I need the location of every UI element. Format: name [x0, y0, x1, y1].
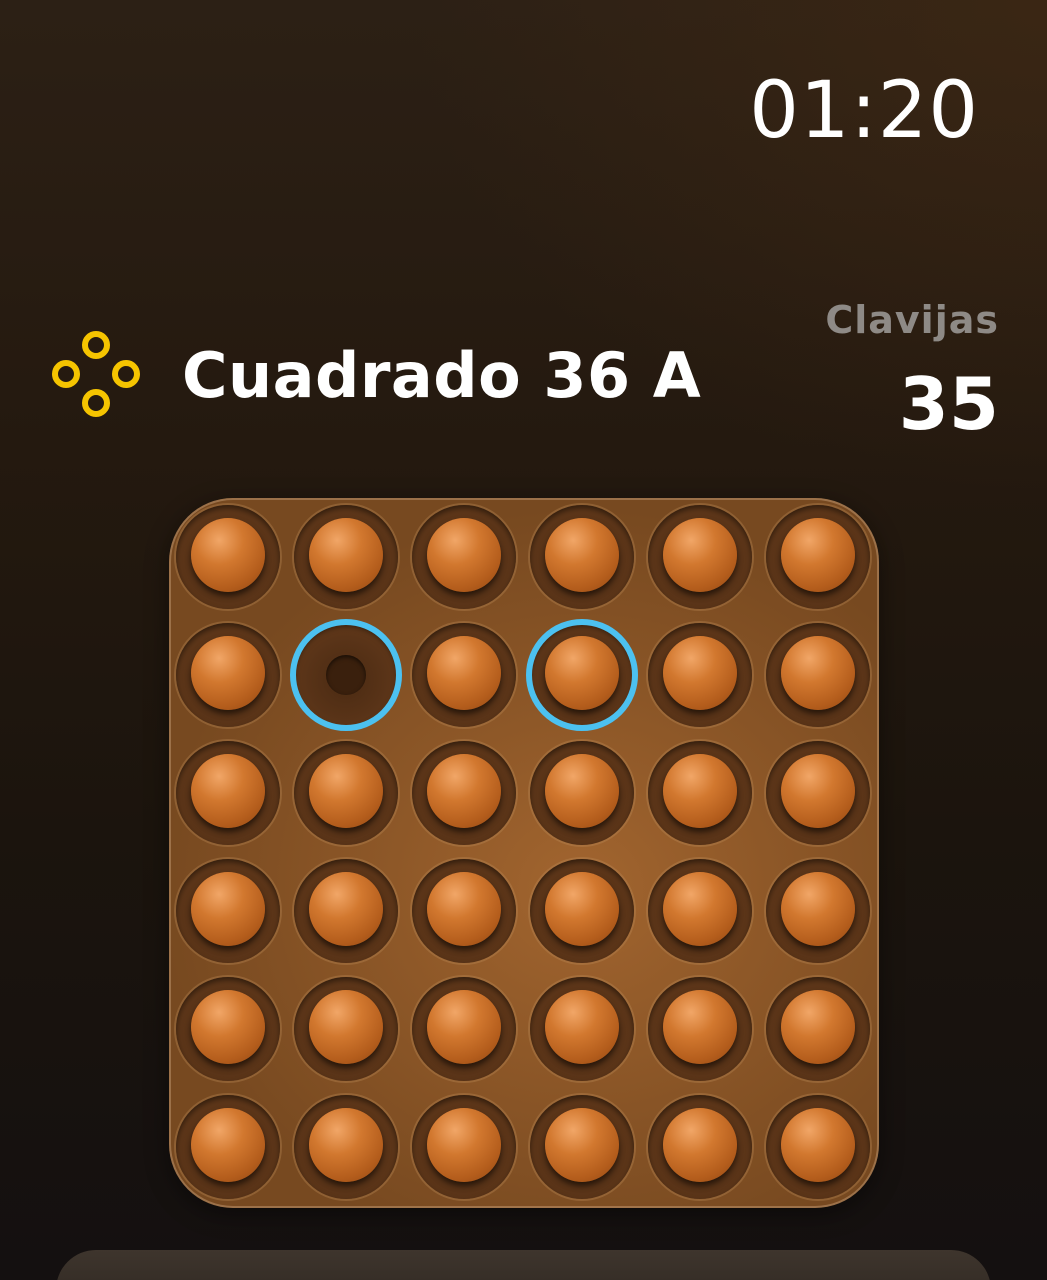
bottom-controls-panel[interactable]	[56, 1250, 991, 1280]
peg[interactable]	[309, 990, 383, 1064]
peg-hole-filled[interactable]	[766, 741, 870, 845]
peg[interactable]	[663, 636, 737, 710]
peg-hole-filled[interactable]	[176, 505, 280, 609]
peg[interactable]	[663, 518, 737, 592]
peg[interactable]	[545, 1108, 619, 1182]
peg-hole-filled[interactable]	[176, 1095, 280, 1199]
peg-hole-filled[interactable]	[294, 1095, 398, 1199]
peg-hole-filled[interactable]	[412, 741, 516, 845]
peg[interactable]	[545, 872, 619, 946]
peg-hole-filled[interactable]	[294, 741, 398, 845]
peg-hole-filled[interactable]	[766, 859, 870, 963]
level-header: Cuadrado 36 A	[48, 328, 701, 424]
peg[interactable]	[427, 1108, 501, 1182]
peg-hole-filled[interactable]	[530, 623, 634, 727]
peg-board-icon	[52, 331, 140, 417]
peg[interactable]	[545, 518, 619, 592]
peg[interactable]	[309, 872, 383, 946]
peg[interactable]	[309, 754, 383, 828]
peg[interactable]	[427, 872, 501, 946]
peg[interactable]	[663, 754, 737, 828]
peg[interactable]	[191, 872, 265, 946]
peg-hole-filled[interactable]	[294, 505, 398, 609]
peg[interactable]	[781, 754, 855, 828]
pegs-count: 35	[898, 362, 999, 446]
peg[interactable]	[781, 1108, 855, 1182]
peg-hole-filled[interactable]	[766, 505, 870, 609]
game-screen: 01:20 Cuadrado 36 A Clavijas 35	[0, 0, 1047, 1280]
peg-hole-filled[interactable]	[412, 977, 516, 1081]
peg-hole-filled[interactable]	[176, 623, 280, 727]
peg[interactable]	[191, 990, 265, 1064]
peg-hole-filled[interactable]	[412, 1095, 516, 1199]
peg[interactable]	[427, 518, 501, 592]
peg[interactable]	[781, 518, 855, 592]
peg[interactable]	[781, 990, 855, 1064]
peg[interactable]	[781, 636, 855, 710]
peg-hole-filled[interactable]	[412, 505, 516, 609]
peg[interactable]	[191, 1108, 265, 1182]
peg[interactable]	[191, 518, 265, 592]
peg-hole-filled[interactable]	[294, 977, 398, 1081]
peg[interactable]	[427, 990, 501, 1064]
clock-time: 01:20	[749, 66, 979, 156]
peg-hole-filled[interactable]	[412, 623, 516, 727]
peg-hole-filled[interactable]	[530, 505, 634, 609]
peg-hole-filled[interactable]	[766, 1095, 870, 1199]
peg[interactable]	[663, 1108, 737, 1182]
level-title: Cuadrado 36 A	[182, 339, 702, 412]
peg-hole-filled[interactable]	[766, 977, 870, 1081]
peg-hole-filled[interactable]	[530, 977, 634, 1081]
peg-hole-filled[interactable]	[412, 859, 516, 963]
peg-board	[169, 498, 879, 1208]
peg[interactable]	[427, 636, 501, 710]
peg-hole-filled[interactable]	[294, 859, 398, 963]
peg-hole-filled[interactable]	[176, 859, 280, 963]
peg[interactable]	[309, 1108, 383, 1182]
peg[interactable]	[781, 872, 855, 946]
peg-hole-filled[interactable]	[530, 859, 634, 963]
peg-hole-filled[interactable]	[176, 977, 280, 1081]
peg-hole-empty[interactable]	[294, 623, 398, 727]
peg-hole-filled[interactable]	[530, 741, 634, 845]
peg[interactable]	[191, 754, 265, 828]
peg-hole-filled[interactable]	[648, 859, 752, 963]
peg-hole-filled[interactable]	[766, 623, 870, 727]
peg[interactable]	[663, 990, 737, 1064]
peg-hole-filled[interactable]	[648, 505, 752, 609]
peg[interactable]	[545, 990, 619, 1064]
peg[interactable]	[545, 754, 619, 828]
peg[interactable]	[427, 754, 501, 828]
pegs-label: Clavijas	[825, 298, 999, 342]
peg-hole-filled[interactable]	[648, 1095, 752, 1199]
peg-hole-filled[interactable]	[648, 741, 752, 845]
peg[interactable]	[663, 872, 737, 946]
peg[interactable]	[191, 636, 265, 710]
peg-hole-filled[interactable]	[530, 1095, 634, 1199]
peg-hole-filled[interactable]	[648, 623, 752, 727]
peg-hole-filled[interactable]	[648, 977, 752, 1081]
peg[interactable]	[309, 518, 383, 592]
peg[interactable]	[545, 636, 619, 710]
peg-hole-filled[interactable]	[176, 741, 280, 845]
